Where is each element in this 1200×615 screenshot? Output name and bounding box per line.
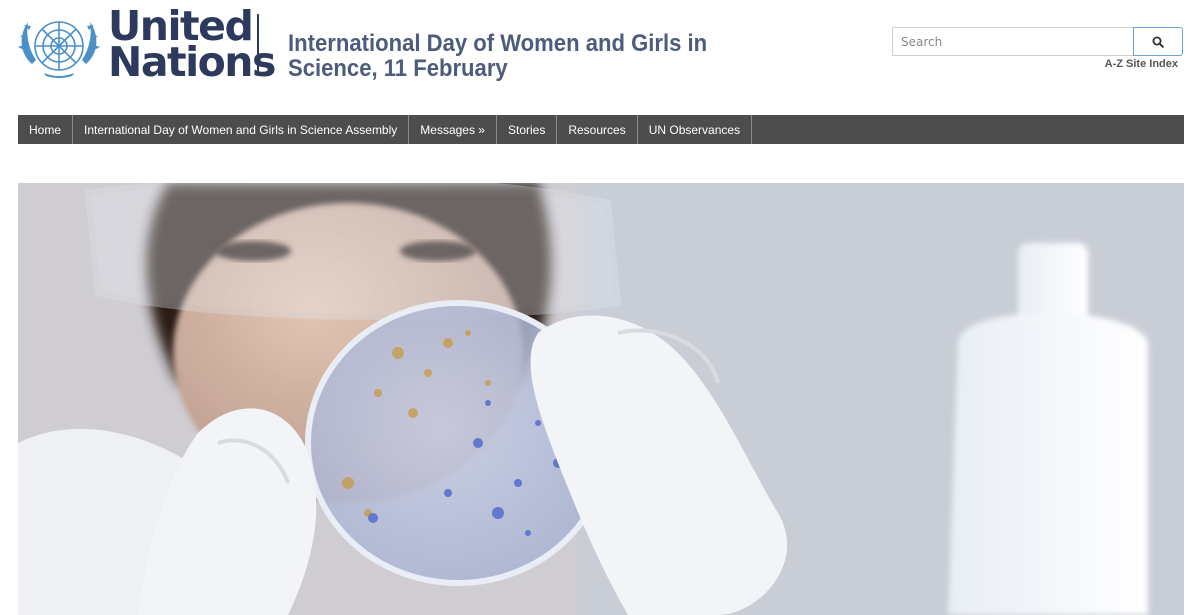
search-button[interactable] bbox=[1133, 27, 1183, 56]
header-divider bbox=[257, 14, 259, 76]
nav-item-home[interactable]: Home bbox=[18, 115, 74, 144]
search-input[interactable] bbox=[892, 27, 1133, 56]
nav-item-stories[interactable]: Stories bbox=[497, 115, 558, 144]
az-site-index-link[interactable]: A-Z Site Index bbox=[1105, 58, 1178, 70]
page-title[interactable]: International Day of Women and Girls in … bbox=[288, 31, 730, 81]
nav-item-assembly[interactable]: International Day of Women and Girls in … bbox=[73, 115, 410, 144]
un-emblem-logo[interactable] bbox=[14, 10, 104, 80]
search-icon bbox=[1152, 36, 1164, 48]
main-nav: Home International Day of Women and Girl… bbox=[18, 115, 1184, 144]
un-wordmark[interactable]: United Nations bbox=[108, 6, 276, 86]
nav-item-messages[interactable]: Messages » bbox=[409, 115, 497, 144]
nav-item-resources[interactable]: Resources bbox=[557, 115, 638, 144]
hero-image bbox=[18, 183, 1184, 615]
brand-line-nations: Nations bbox=[108, 38, 276, 86]
nav-item-un-observances[interactable]: UN Observances bbox=[638, 115, 753, 144]
